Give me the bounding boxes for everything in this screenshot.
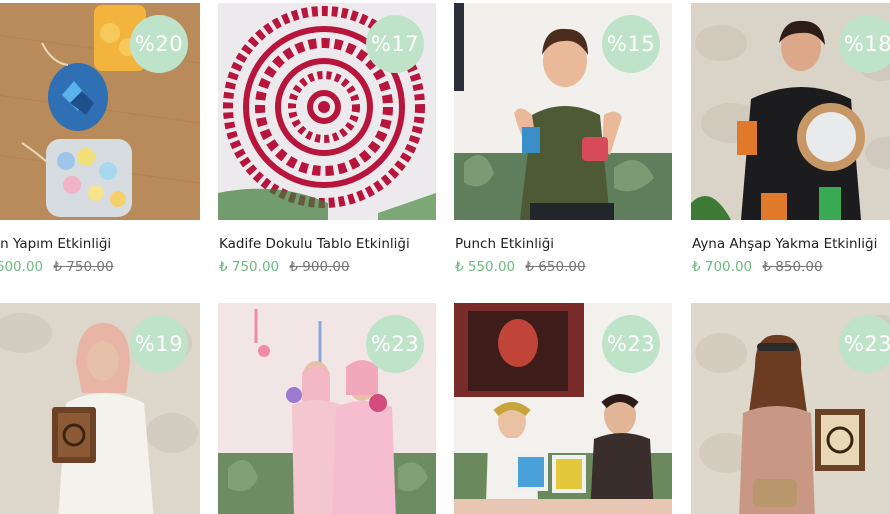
sale-price: ₺ 700.00 [692, 259, 753, 275]
sale-price: ₺ 550.00 [455, 259, 516, 275]
discount-badge: %23 [602, 315, 660, 373]
product-prices: ₺ 550.00 ₺ 650.00 [455, 259, 586, 275]
product-prices: ₺ 600.00 ₺ 750.00 [0, 259, 114, 275]
product-image[interactable]: %17 [218, 3, 436, 220]
old-price: ₺ 900.00 [289, 259, 350, 275]
product-image[interactable]: %19 [0, 303, 200, 514]
product-image[interactable]: %20 [0, 3, 200, 220]
product-image[interactable]: %23 [454, 303, 672, 514]
product-title[interactable]: Punch Etkinliği [455, 236, 554, 252]
discount-badge: %23 [839, 315, 890, 373]
product-image[interactable]: %15 [454, 3, 672, 220]
discount-badge: %15 [602, 15, 660, 73]
product-prices: ₺ 700.00 ₺ 850.00 [692, 259, 823, 275]
sale-price: ₺ 750.00 [219, 259, 280, 275]
product-image[interactable]: %18 [691, 3, 890, 220]
discount-badge: %17 [366, 15, 424, 73]
old-price: ₺ 750.00 [53, 259, 114, 275]
discount-badge: %19 [130, 315, 188, 373]
old-price: ₺ 850.00 [762, 259, 823, 275]
old-price: ₺ 650.00 [525, 259, 586, 275]
discount-badge: %23 [366, 315, 424, 373]
product-image[interactable]: %23 [218, 303, 436, 514]
product-image[interactable]: %23 [691, 303, 890, 514]
discount-badge: %20 [130, 15, 188, 73]
product-prices: ₺ 750.00 ₺ 900.00 [219, 259, 350, 275]
sale-price: ₺ 600.00 [0, 259, 44, 275]
product-title[interactable]: Kadife Dokulu Tablo Etkinliği [219, 236, 410, 252]
product-title[interactable]: Ayna Ahşap Yakma Etkinliği [692, 236, 877, 252]
product-title[interactable]: bun Yapım Etkinliği [0, 236, 111, 252]
discount-badge: %18 [839, 15, 890, 73]
